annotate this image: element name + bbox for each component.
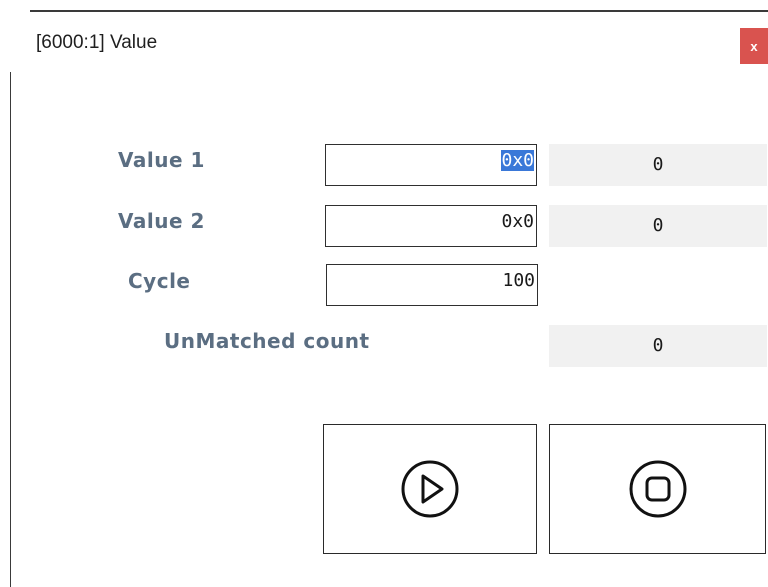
value2-input[interactable]: 0x0 <box>325 205 537 247</box>
cycle-input-text: 100 <box>502 270 535 291</box>
start-button[interactable] <box>323 424 537 554</box>
window-top-border <box>30 10 768 12</box>
value1-label: Value 1 <box>118 148 205 172</box>
unmatched-count-label: UnMatched count <box>164 329 370 353</box>
value2-input-text: 0x0 <box>501 211 534 232</box>
value2-readout: 0 <box>549 205 767 247</box>
cycle-label: Cycle <box>128 269 191 293</box>
unmatched-count-readout: 0 <box>549 325 767 367</box>
value1-input[interactable]: 0x0 <box>325 144 537 186</box>
value1-input-text: 0x0 <box>501 150 534 171</box>
close-button[interactable]: x <box>740 28 768 64</box>
cycle-input[interactable]: 100 <box>326 264 538 306</box>
stop-button[interactable] <box>549 424 766 554</box>
value2-label: Value 2 <box>118 209 205 233</box>
stop-icon <box>629 460 686 518</box>
value1-readout: 0 <box>549 144 767 186</box>
play-icon <box>401 460 459 518</box>
close-icon: x <box>750 38 758 54</box>
window-left-border <box>10 72 11 587</box>
window-title: [6000:1] Value <box>36 32 158 53</box>
